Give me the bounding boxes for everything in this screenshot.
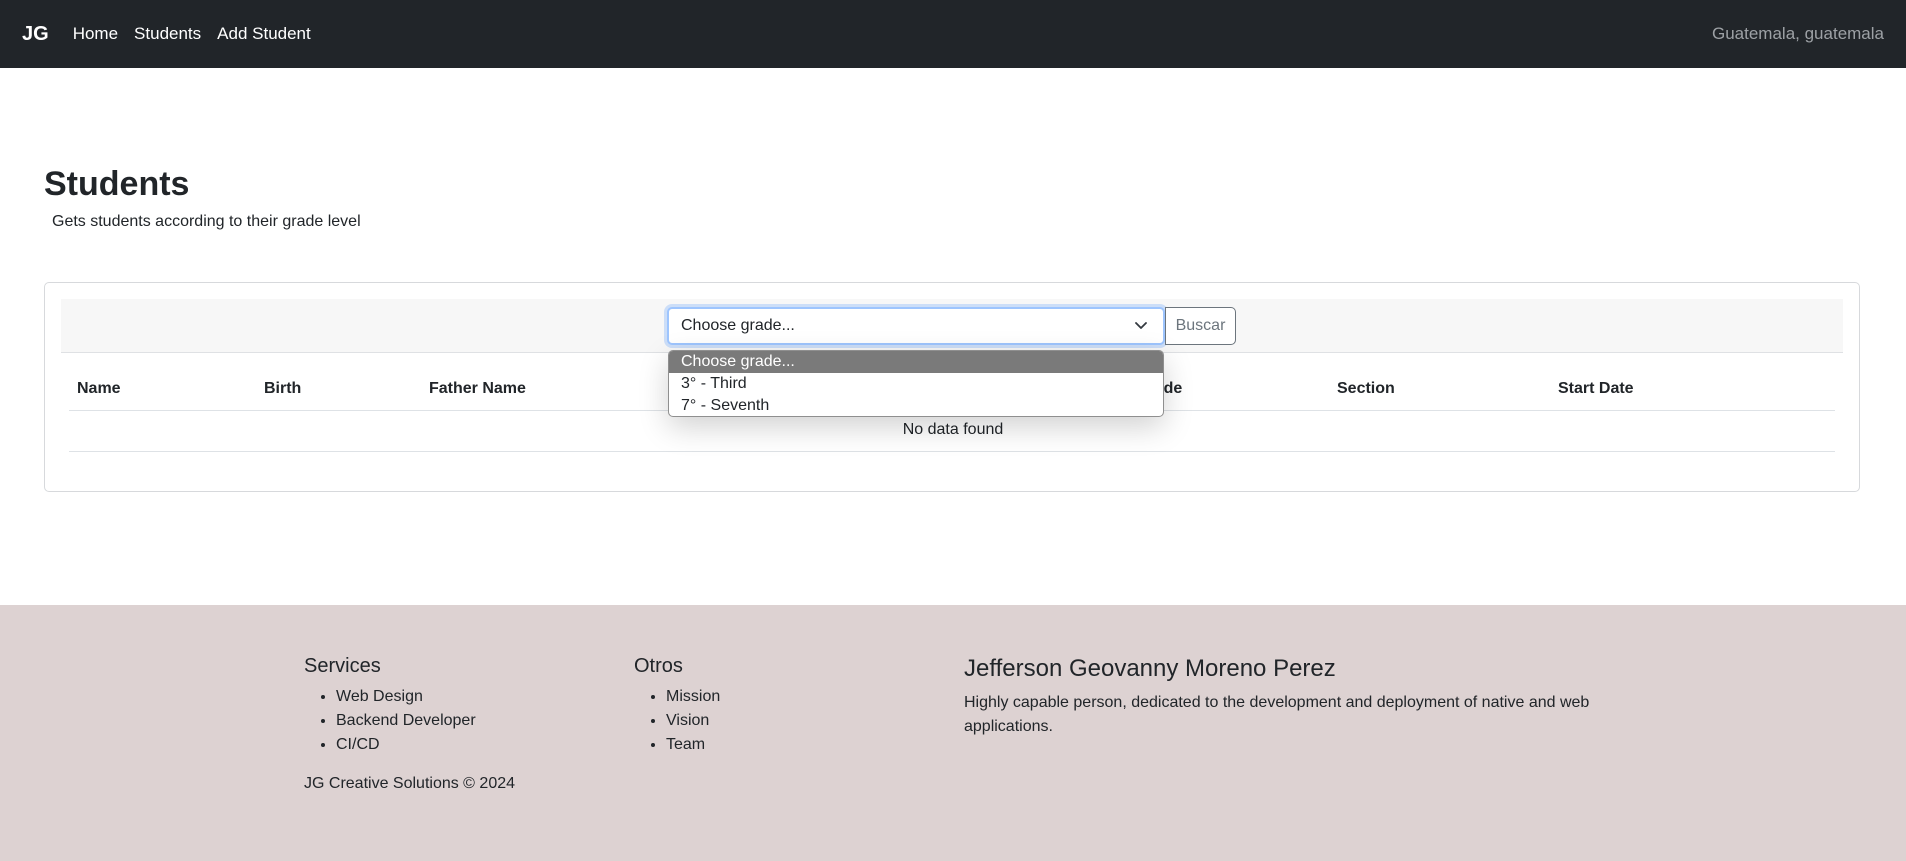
footer-copyright: JG Creative Solutions © 2024 [304, 775, 516, 792]
footer-link-web-design[interactable]: Web Design [336, 685, 476, 709]
footer-link-ci-cd[interactable]: CI/CD [336, 733, 476, 757]
nav-link-home[interactable]: Home [73, 24, 118, 44]
page-subtitle: Gets students according to their grade l… [52, 213, 361, 230]
footer-link-mission[interactable]: Mission [666, 685, 720, 709]
grade-option-seventh[interactable]: 7° - Seventh [669, 395, 1163, 416]
footer-link-vision[interactable]: Vision [666, 709, 720, 733]
search-button[interactable]: Buscar [1165, 307, 1236, 345]
column-header-start-date: Start Date [1558, 380, 1634, 397]
column-header-name: Name [77, 380, 121, 397]
footer-otros-list: Mission Vision Team [634, 685, 720, 757]
grade-dropdown-list: Choose grade... 3° - Third 7° - Seventh [668, 350, 1164, 417]
grade-select-value: Choose grade... [681, 317, 795, 334]
chevron-down-icon [1135, 322, 1147, 329]
footer-author-name: Jefferson Geovanny Moreno Perez [964, 655, 1336, 682]
page-title: Students [44, 165, 190, 203]
grade-option-choose[interactable]: Choose grade... [669, 351, 1163, 373]
grade-option-third[interactable]: 3° - Third [669, 373, 1163, 395]
column-header-father-name: Father Name [429, 380, 526, 397]
navbar: JG Home Students Add Student Guatemala, … [0, 0, 1906, 68]
empty-table-message: No data found [902, 421, 1004, 438]
footer-services-list: Web Design Backend Developer CI/CD [304, 685, 476, 757]
footer-link-backend-developer[interactable]: Backend Developer [336, 709, 476, 733]
grade-select[interactable]: Choose grade... [667, 307, 1165, 345]
column-header-birth: Birth [264, 380, 302, 397]
footer-services-title: Services [304, 655, 381, 677]
location-text: Guatemala, guatemala [1712, 24, 1884, 43]
brand-logo[interactable]: JG [22, 23, 49, 46]
footer-author-description: Highly capable person, dedicated to the … [964, 694, 1590, 735]
footer-link-team[interactable]: Team [666, 733, 720, 757]
table-row-divider [69, 451, 1835, 452]
nav-link-add-student[interactable]: Add Student [217, 24, 311, 44]
column-header-section: Section [1337, 380, 1395, 397]
nav-link-students[interactable]: Students [134, 24, 201, 44]
footer-otros-title: Otros [634, 655, 683, 677]
